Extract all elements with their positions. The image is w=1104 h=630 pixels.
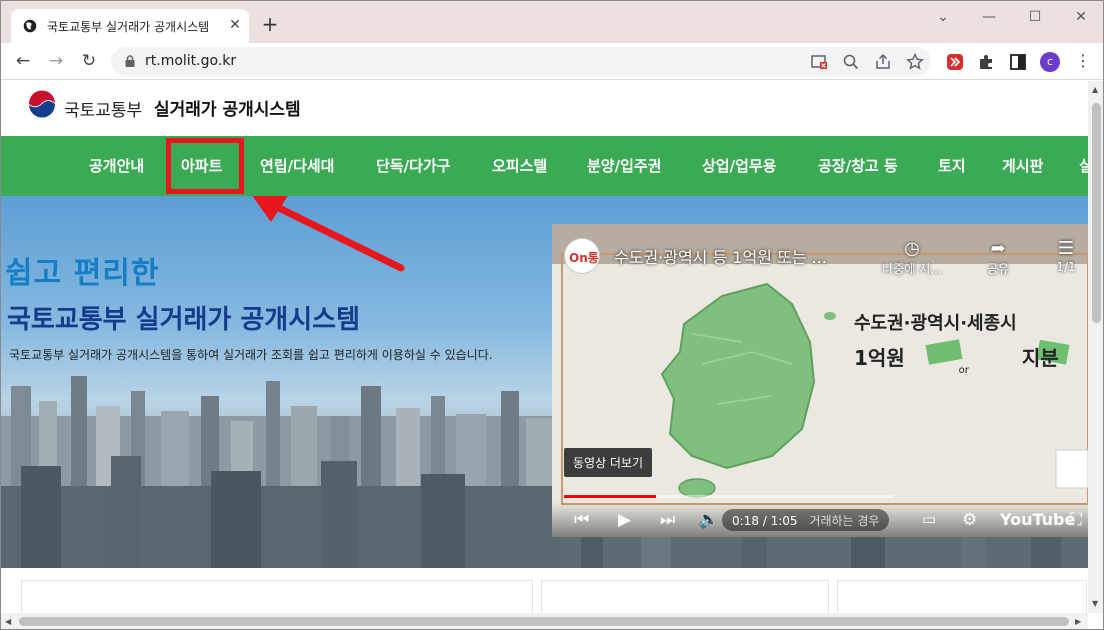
- content-card: [21, 580, 533, 613]
- nav-land[interactable]: 토지: [938, 155, 966, 176]
- hero-description: 국토교통부 실거래가 공개시스템을 통하여 실거래가 조회를 쉽고 편리하게 이…: [9, 348, 493, 362]
- content-card: [541, 580, 829, 613]
- nav-commercial[interactable]: 상업/업무용: [702, 155, 776, 176]
- content-cards: [1, 568, 1088, 613]
- menu-dots-icon[interactable]: ⋮: [1071, 49, 1095, 73]
- puzzle-icon[interactable]: [976, 52, 996, 72]
- content-card: [837, 580, 1087, 613]
- browser-tab[interactable]: 국토교통부 실거래가 공개시스템 ✕: [11, 9, 249, 43]
- browser-window: 국토교통부 실거래가 공개시스템 ✕ + ⌄ — ☐ ✕ ← → ↻ rt.mo…: [0, 0, 1104, 630]
- system-name[interactable]: 실거래가 공개시스템: [154, 95, 301, 120]
- tab-title: 국토교통부 실거래가 공개시스템: [47, 20, 210, 34]
- address-bar[interactable]: rt.molit.go.kr: [111, 47, 931, 76]
- clock-icon: ◷: [904, 238, 920, 259]
- channel-logo-text: On통: [569, 251, 599, 265]
- star-icon[interactable]: [905, 52, 925, 72]
- share-button[interactable]: ➦ 공유: [968, 238, 1028, 277]
- scroll-left-icon[interactable]: ◀: [5, 617, 11, 626]
- browser-toolbar: ← → ↻ rt.molit.go.kr c ⋮: [1, 43, 1103, 80]
- city-skyline-image: [1, 376, 561, 568]
- nav-detached-house[interactable]: 단독/다가구: [376, 155, 450, 176]
- vertical-scroll-thumb[interactable]: [1092, 103, 1101, 323]
- popup-blocked-icon[interactable]: [809, 52, 829, 72]
- video-time: 0:18 / 1:05: [732, 514, 798, 528]
- scroll-down-icon[interactable]: ▼: [1092, 599, 1098, 608]
- nav-board[interactable]: 게시판: [1002, 155, 1043, 176]
- caption-or: or: [958, 365, 969, 376]
- horizontal-scrollbar[interactable]: ◀ ▶: [1, 613, 1088, 629]
- next-icon[interactable]: ⏭: [660, 510, 675, 530]
- web-page: 국토교통부 실거래가 공개시스템 공개안내 아파트 연립/다세대 단독/다가구 …: [1, 81, 1088, 613]
- profile-avatar[interactable]: c: [1040, 52, 1060, 72]
- title-bar: 국토교통부 실거래가 공개시스템 ✕ + ⌄ — ☐ ✕: [1, 1, 1103, 43]
- video-caption-line2: 1억원 or 지분: [854, 342, 1059, 376]
- scroll-up-icon[interactable]: ▲: [1092, 85, 1098, 94]
- government-emblem-icon[interactable]: [26, 89, 58, 121]
- side-panel-icon[interactable]: [1008, 52, 1028, 72]
- video-caption-line1: 수도권·광역시·세종시: [854, 313, 1017, 334]
- reload-icon[interactable]: ↻: [77, 49, 101, 73]
- minimize-button[interactable]: —: [966, 5, 1012, 29]
- channel-avatar[interactable]: On통: [564, 238, 600, 274]
- horizontal-scroll-thumb[interactable]: [19, 617, 1069, 626]
- progress-bar[interactable]: [564, 495, 894, 498]
- share-icon[interactable]: [873, 52, 893, 72]
- video-controls: ⏮ ▶ ⏭ 🔈 0:18 / 1:05 거래하는 경우 ▭ ⚙ YouTube …: [552, 502, 1088, 537]
- time-display: 0:18 / 1:05 거래하는 경우: [722, 509, 890, 531]
- share-label: 공유: [986, 262, 1010, 276]
- play-icon[interactable]: ▶: [618, 510, 631, 530]
- nav-officetel[interactable]: 오피스텔: [492, 155, 547, 176]
- highlight-box: [166, 138, 244, 194]
- main-navigation: 공개안내 아파트 연립/다세대 단독/다가구 오피스텔 분양/입주권 상업/업무…: [1, 136, 1088, 196]
- scroll-right-icon[interactable]: ▶: [1075, 617, 1081, 626]
- video-player[interactable]: On통 수도권·광역시 등 1억원 또는 ... ◷ 나중에 시... ➦ 공유…: [552, 224, 1088, 537]
- back-icon[interactable]: ←: [11, 49, 35, 73]
- watch-later-button[interactable]: ◷ 나중에 시...: [882, 238, 942, 277]
- youtube-logo[interactable]: YouTube: [1000, 510, 1075, 529]
- close-tab-icon[interactable]: ✕: [226, 16, 244, 34]
- close-window-button[interactable]: ✕: [1058, 5, 1103, 29]
- nav-presale[interactable]: 분양/입주권: [587, 155, 661, 176]
- more-videos-button[interactable]: 동영상 더보기: [564, 448, 653, 477]
- lock-icon: [125, 55, 135, 67]
- nav-factory[interactable]: 공장/창고 등: [818, 155, 898, 176]
- vertical-scrollbar[interactable]: ▲ ▼: [1088, 81, 1103, 613]
- extension-red-icon[interactable]: [945, 52, 965, 72]
- nav-more[interactable]: 실: [1079, 155, 1088, 176]
- zoom-icon[interactable]: [841, 52, 861, 72]
- playlist-count: 1/1: [1056, 260, 1076, 274]
- playlist-icon: ☰: [1057, 238, 1075, 259]
- volume-icon[interactable]: 🔈: [698, 510, 719, 530]
- site-header: 국토교통부 실거래가 공개시스템: [1, 81, 1088, 136]
- progress-fill: [564, 495, 657, 498]
- video-title[interactable]: 수도권·광역시 등 1억원 또는 ...: [614, 244, 827, 268]
- globe-icon: [23, 19, 37, 33]
- chevron-down-icon[interactable]: ⌄: [920, 5, 966, 29]
- hero-title-line2: 국토교통부 실거래가 공개시스템: [7, 305, 360, 335]
- previous-icon[interactable]: ⏮: [574, 510, 589, 530]
- forward-icon[interactable]: →: [44, 49, 68, 73]
- nav-guide[interactable]: 공개안내: [89, 155, 144, 176]
- red-arrow-annotation: [252, 196, 405, 272]
- nav-rowhouse[interactable]: 연립/다세대: [260, 155, 334, 176]
- settings-gear-icon[interactable]: ⚙: [962, 510, 977, 530]
- chapter-title: 거래하는 경우: [809, 514, 880, 528]
- fullscreen-icon[interactable]: ⛶: [1070, 510, 1082, 530]
- watch-later-label: 나중에 시...: [882, 262, 942, 276]
- maximize-button[interactable]: ☐: [1012, 5, 1058, 29]
- subtitles-icon[interactable]: ▭: [922, 510, 936, 528]
- new-tab-button[interactable]: +: [259, 13, 281, 35]
- ministry-name[interactable]: 국토교통부: [64, 96, 142, 121]
- caption-share: 지분: [1021, 346, 1059, 370]
- share-arrow-icon: ➦: [990, 238, 1006, 259]
- caption-amount: 1억원: [854, 346, 905, 370]
- hero-title-line1: 쉽고 편리한: [5, 256, 160, 291]
- url-text: rt.molit.go.kr: [145, 53, 237, 69]
- playlist-button[interactable]: ☰ 1/1: [1036, 238, 1088, 274]
